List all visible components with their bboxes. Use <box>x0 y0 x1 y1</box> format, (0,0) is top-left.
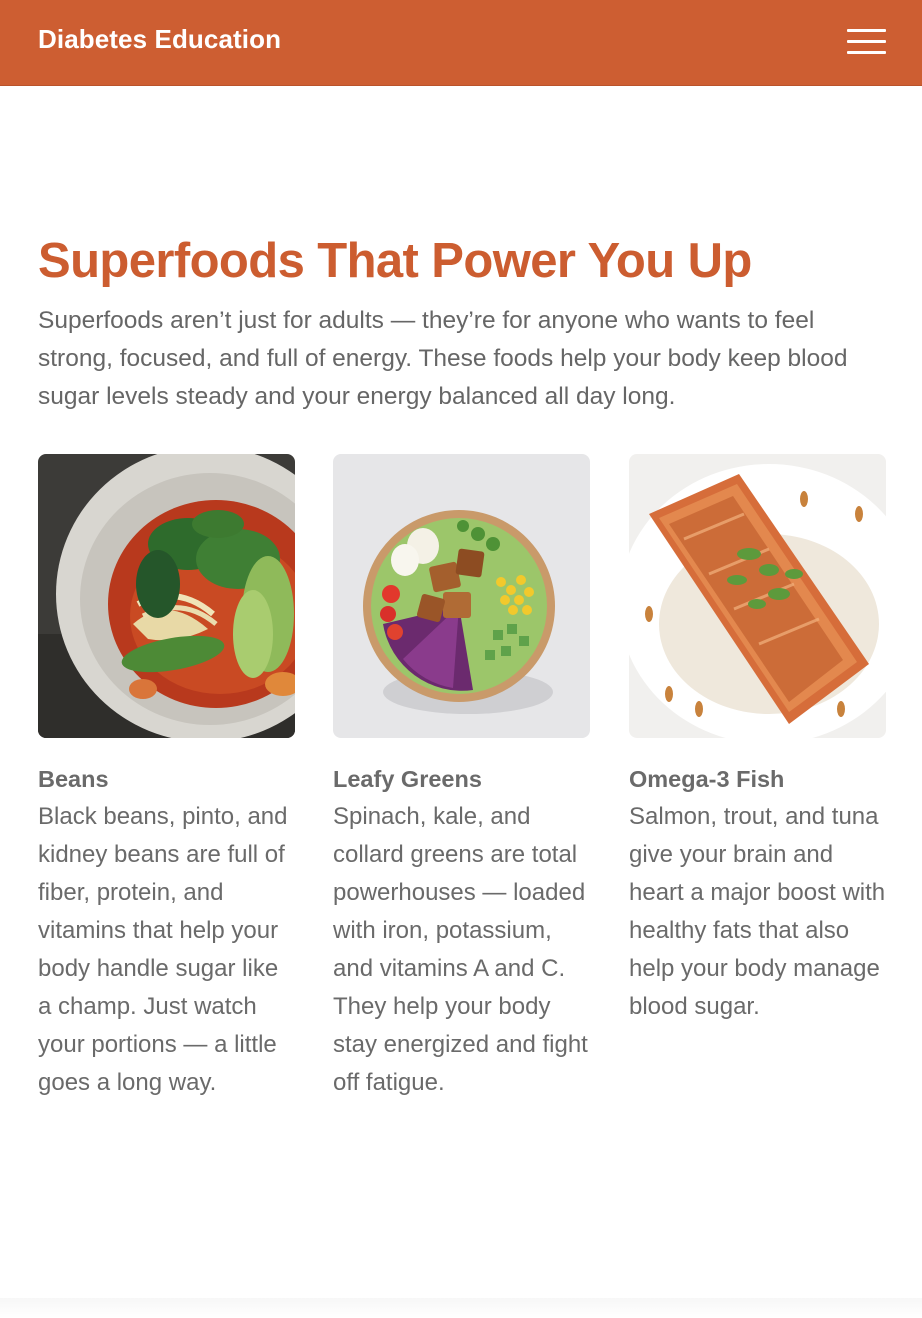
beans-photo <box>38 454 295 738</box>
card-title: Omega-3 Fish <box>629 766 785 792</box>
menu-bar-line <box>847 51 886 54</box>
superfood-card-leafy-greens: Leafy Greens Spinach, kale, and collard … <box>333 454 590 1102</box>
superfood-card-omega-3-fish: Omega-3 Fish Salmon, trout, and tuna giv… <box>629 454 886 1026</box>
omega-3-fish-photo <box>629 454 886 738</box>
top-navigation-bar: Diabetes Education <box>0 0 922 86</box>
card-description: Spinach, kale, and collard greens are to… <box>333 803 588 1096</box>
intro-paragraph: Superfoods aren’t just for adults — they… <box>38 307 848 410</box>
card-description: Black beans, pinto, and kidney beans are… <box>38 803 288 1096</box>
superfood-card-beans: Beans Black beans, pinto, and kidney bea… <box>38 454 295 1102</box>
card-title: Leafy Greens <box>333 766 482 792</box>
menu-bar-line <box>847 29 886 32</box>
page: Diabetes Education Superfoods That Power… <box>0 0 922 1318</box>
card-title: Beans <box>38 766 109 792</box>
footer-divider <box>0 1298 922 1318</box>
leafy-greens-photo <box>333 454 590 738</box>
menu-bar-line <box>847 40 886 43</box>
page-title: Superfoods That Power You Up <box>38 234 752 288</box>
hamburger-menu-icon[interactable] <box>838 22 894 62</box>
site-brand-link[interactable]: Diabetes Education <box>38 24 281 55</box>
card-description: Salmon, trout, and tuna give your brain … <box>629 803 886 1020</box>
